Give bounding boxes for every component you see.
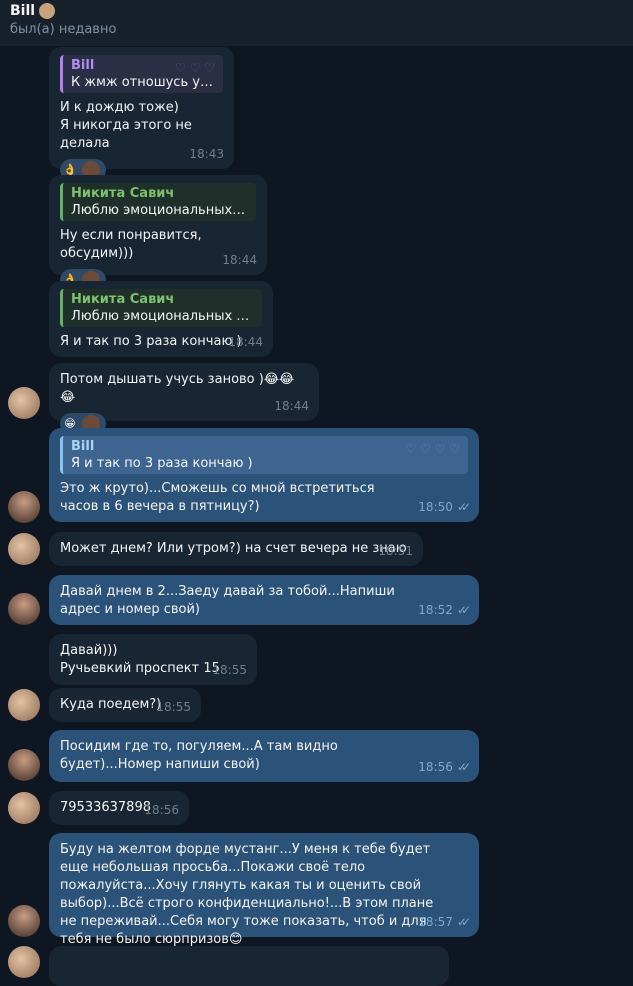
message-time: 18:44 xyxy=(222,253,257,267)
reply-quote[interactable]: Никита Савич Люблю эмоциональных дев... xyxy=(60,289,262,327)
contact-name: Bill xyxy=(10,3,36,19)
reply-quote[interactable]: ♡ ♡ ♡ Bill К жмж отношусь ужа... xyxy=(60,55,223,93)
contact-avatar[interactable] xyxy=(8,533,40,565)
message-text: Давай днем в 2...Заеду давай за тобой...… xyxy=(60,584,395,617)
my-avatar[interactable] xyxy=(8,593,40,625)
reply-quote[interactable]: Никита Савич Люблю эмоциональных де... xyxy=(60,183,256,221)
message-bubble[interactable]: ♡ ♡ ♡ ♡ Bill Я и так по 3 раза кончаю ) … xyxy=(49,428,479,522)
message-text: Может днем? Или утром?) на счет вечера н… xyxy=(60,541,407,556)
message-bubble[interactable]: Давай днем в 2...Заеду давай за тобой...… xyxy=(49,575,479,625)
quote-text: Люблю эмоциональных дев... xyxy=(71,309,254,324)
quote-author: Никита Савич xyxy=(71,292,175,307)
message-time: 18:44 xyxy=(274,399,309,413)
reply-quote[interactable]: ♡ ♡ ♡ ♡ Bill Я и так по 3 раза кончаю ) xyxy=(60,436,468,474)
message-bubble[interactable]: ♡ ♡ ♡ Bill К жмж отношусь ужа... И к дож… xyxy=(49,47,234,181)
face-emoji-icon xyxy=(39,3,56,19)
message-time: 18:51 xyxy=(378,544,413,558)
message-bubble[interactable]: Может днем? Или утром?) на счет вечера н… xyxy=(49,532,423,566)
double-check-icon: ✓✓ xyxy=(456,603,471,617)
message-bubble[interactable]: 79533637898 18:56 xyxy=(49,791,189,825)
message-time: 18:50 ✓✓ xyxy=(418,500,471,514)
my-avatar[interactable] xyxy=(8,905,40,937)
heart-pattern-icon: ♡ ♡ ♡ ♡ xyxy=(405,442,460,456)
message-bubble[interactable]: Посидим где то, погуляем...А там видно б… xyxy=(49,730,479,782)
message-bubble[interactable]: Потом дышать учусь заново )😂😂😂 😁 18:44 xyxy=(49,363,319,435)
heart-pattern-icon: ♡ ♡ ♡ xyxy=(175,61,215,75)
message-time: 18:55 xyxy=(156,700,191,714)
contact-status: был(а) недавно xyxy=(10,22,117,37)
message-time: 18:43 xyxy=(189,147,224,161)
message-text: Буду на желтом форде мустанг...У меня к … xyxy=(60,842,434,947)
contact-name-row: Bill xyxy=(10,2,623,20)
message-time: 18:52 ✓✓ xyxy=(418,603,471,617)
message-bubble[interactable]: Давай))) Ручьевкий проспект 15 18:55 xyxy=(49,634,257,685)
message-bubble-partial[interactable] xyxy=(49,946,449,986)
quote-text: Люблю эмоциональных де... xyxy=(71,203,248,218)
contact-avatar[interactable] xyxy=(8,946,40,978)
message-time: 18:55 xyxy=(212,663,247,677)
contact-avatar[interactable] xyxy=(8,792,40,824)
message-time: 18:56 ✓✓ xyxy=(418,760,471,774)
double-check-icon: ✓✓ xyxy=(456,915,471,929)
message-bubble[interactable]: Буду на желтом форде мустанг...У меня к … xyxy=(49,833,479,947)
message-text: Это ж круто)...Сможешь со мной встретить… xyxy=(60,481,375,514)
quote-text: Я и так по 3 раза кончаю ) xyxy=(71,456,253,471)
contact-avatar[interactable] xyxy=(8,689,40,721)
message-time: 18:44 xyxy=(228,335,263,349)
message-time: 18:57 ✓✓ xyxy=(418,915,471,929)
message-bubble[interactable]: Никита Савич Люблю эмоциональных де... Н… xyxy=(49,175,267,291)
double-check-icon: ✓✓ xyxy=(456,760,471,774)
message-text: Потом дышать учусь заново )😂😂😂 xyxy=(60,372,295,405)
message-text: Посидим где то, погуляем...А там видно б… xyxy=(60,739,338,772)
quote-author: Никита Савич xyxy=(71,186,175,201)
my-avatar[interactable] xyxy=(8,749,40,781)
message-bubble[interactable]: Никита Савич Люблю эмоциональных дев... … xyxy=(49,281,273,357)
message-bubble[interactable]: Куда поедем?) 18:55 xyxy=(49,688,201,722)
double-check-icon: ✓✓ xyxy=(456,500,471,514)
chat-header[interactable]: Bill был(а) недавно xyxy=(0,0,633,46)
my-avatar[interactable] xyxy=(8,491,40,523)
contact-avatar[interactable] xyxy=(8,387,40,419)
quote-author: Bill xyxy=(71,439,95,454)
message-time: 18:56 xyxy=(144,803,179,817)
